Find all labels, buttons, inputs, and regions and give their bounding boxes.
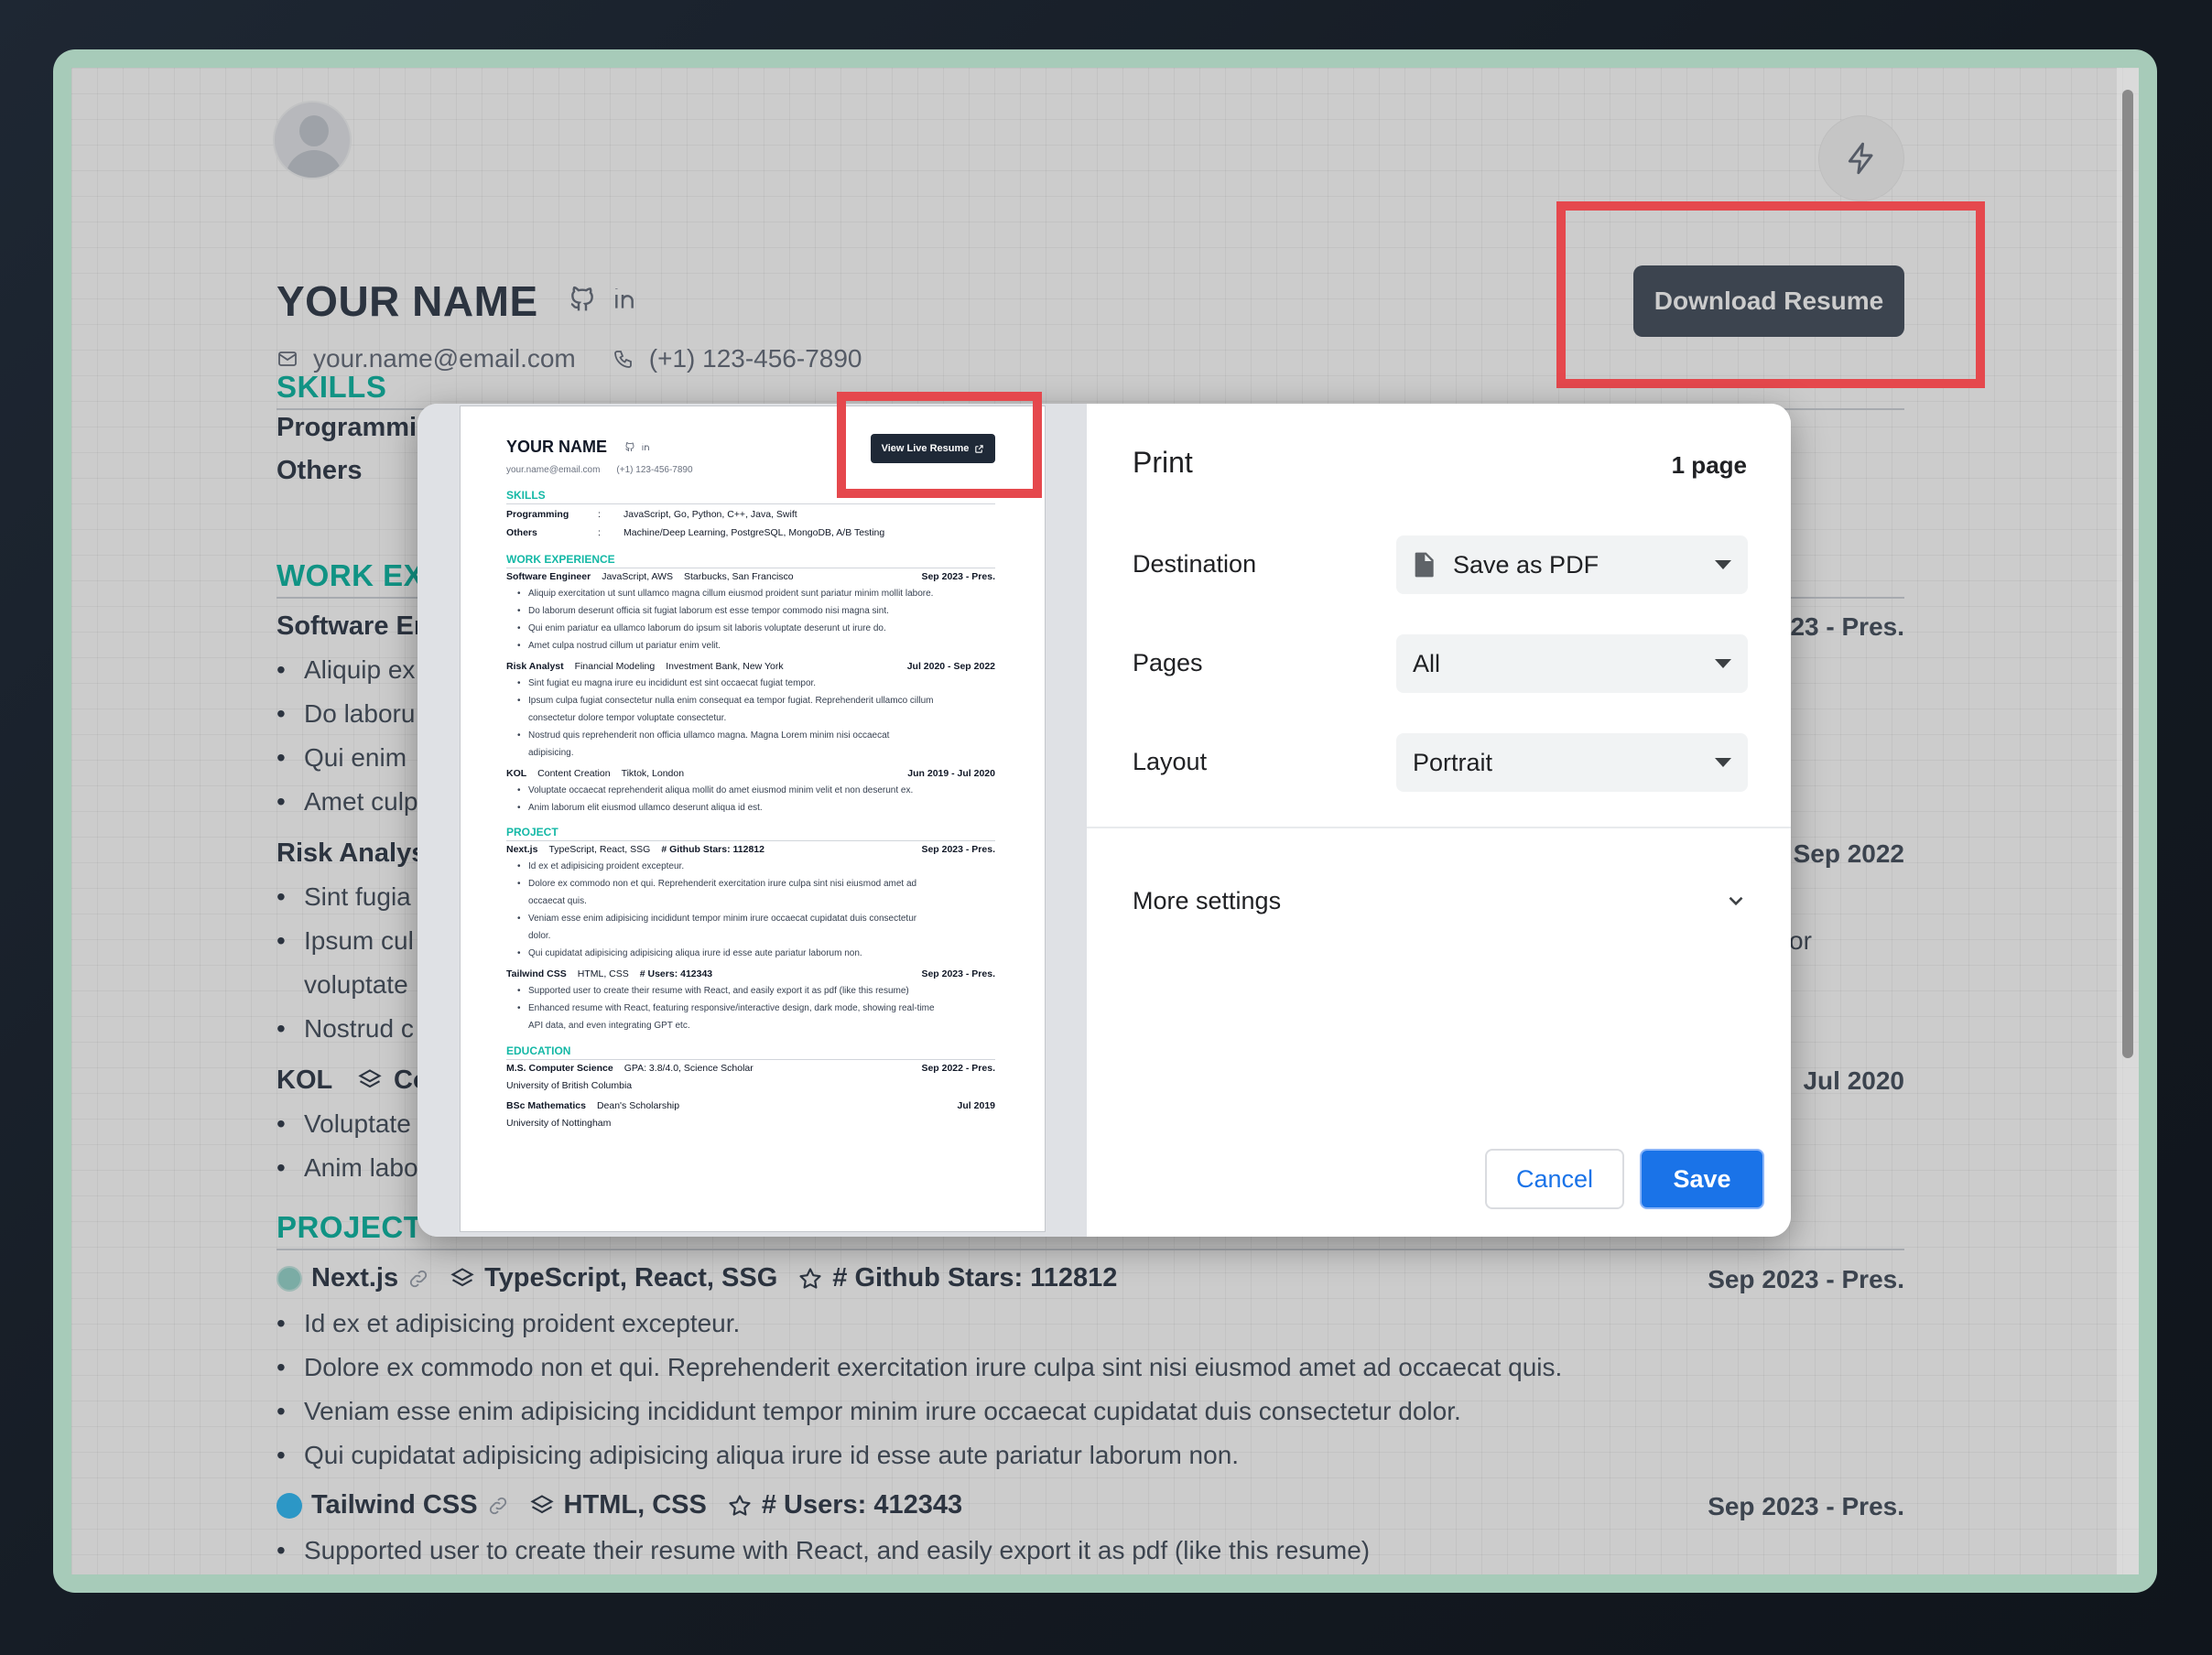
preview-email: your.name@email.com xyxy=(506,465,601,475)
chevron-down-icon xyxy=(1715,560,1731,569)
preview-school: University of Nottingham xyxy=(506,1118,612,1129)
pages-value: All xyxy=(1413,649,1441,677)
preview-education-heading: EDUCATION xyxy=(506,1044,571,1057)
destination-select[interactable]: Save as PDF xyxy=(1396,535,1748,594)
preview-work-heading: WORK EXPERIENCE xyxy=(506,553,615,566)
preview-project-row: Next.js TypeScript, React, SSG # Github St… xyxy=(506,844,995,855)
preview-job-row: Risk Analyst Financial Modeling Investment… xyxy=(506,661,995,672)
preview-divider xyxy=(506,1059,995,1060)
layout-label: Layout xyxy=(1133,748,1208,775)
pages-select[interactable]: All xyxy=(1396,634,1748,693)
preview-divider xyxy=(506,503,995,504)
preview-bullet: Amet culpa nostrud cillum ut pariatur en… xyxy=(517,641,721,651)
preview-bullet-cont: consectetur dolore tempor voluptate cons… xyxy=(528,713,727,723)
save-button[interactable]: Save xyxy=(1640,1149,1764,1209)
preview-skill-row: Others: Machine/Deep Learning, PostgreSQL… xyxy=(506,527,885,538)
highlight-view-live-resume xyxy=(837,392,1042,498)
chevron-down-icon xyxy=(1715,758,1731,767)
print-settings-panel: Print 1 page Destination Save as PDF Pag… xyxy=(1087,404,1791,1237)
layout-value: Portrait xyxy=(1413,748,1493,776)
github-icon xyxy=(625,442,634,451)
destination-label: Destination xyxy=(1133,550,1257,578)
scrollbar-thumb[interactable] xyxy=(2122,90,2133,1058)
preview-bullet: Enhanced resume with React, featuring re… xyxy=(517,1003,935,1013)
preview-bullet: Supported user to create their resume wi… xyxy=(517,986,909,996)
preview-job-row: KOL Content Creation Tiktok, London Jun 201… xyxy=(506,768,995,779)
document-icon xyxy=(1415,552,1434,578)
chevron-down-icon xyxy=(1715,659,1731,668)
cancel-button[interactable]: Cancel xyxy=(1485,1149,1624,1209)
highlight-download-resume xyxy=(1556,201,1985,388)
preview-page: YOUR NAME your.name@email.com (+1) 123-45… xyxy=(460,406,1046,1232)
settings-divider xyxy=(1087,827,1791,828)
preview-bullet: Voluptate occaecat reprehenderit aliqua … xyxy=(517,785,913,795)
skill-value: Machine/Deep Learning, PostgreSQL, Mongo… xyxy=(623,527,885,538)
preview-contact: your.name@email.com (+1) 123-456-7890 xyxy=(506,465,693,475)
preview-bullet: Aliquip exercitation ut sunt ullamco mag… xyxy=(517,589,933,599)
preview-phone: (+1) 123-456-7890 xyxy=(616,465,693,475)
linkedin-icon xyxy=(642,443,649,450)
preview-bullet: Sint fugiat eu magna irure eu incididunt… xyxy=(517,678,816,688)
preview-project-row: Tailwind CSS HTML, CSS # Users: 412343 Sep … xyxy=(506,968,995,979)
preview-education-row: M.S. Computer Science GPA: 3.8/4.0, Scien… xyxy=(506,1063,995,1074)
preview-bullet-cont: dolor. xyxy=(528,931,551,941)
preview-skills-heading: SKILLS xyxy=(506,489,546,502)
skill-label: Programming xyxy=(506,509,569,520)
pages-label: Pages xyxy=(1133,649,1203,676)
preview-name: YOUR NAME xyxy=(506,438,608,456)
page-count: 1 page xyxy=(1671,451,1747,479)
preview-bullet: Qui enim pariatur ea ullamco laborum do … xyxy=(517,623,886,633)
preview-bullet: Nostrud quis reprehenderit non officia u… xyxy=(517,730,889,741)
preview-bullet-cont: API data, and even integrating GPT etc. xyxy=(528,1021,690,1031)
skill-label: Others xyxy=(506,527,537,538)
destination-value: Save as PDF xyxy=(1453,550,1599,579)
preview-bullet-cont: occaecat quis. xyxy=(528,896,587,906)
layout-select[interactable]: Portrait xyxy=(1396,733,1748,792)
print-preview-pane: YOUR NAME your.name@email.com (+1) 123-45… xyxy=(417,404,1087,1237)
print-dialog: YOUR NAME your.name@email.com (+1) 123-45… xyxy=(417,404,1791,1237)
preview-job-row: Software Engineer JavaScript, AWS Starbuck… xyxy=(506,571,995,582)
preview-school: University of British Columbia xyxy=(506,1080,633,1091)
preview-bullet-cont: adipisicing. xyxy=(528,748,574,758)
preview-bullet: Veniam esse enim adipisicing incididunt … xyxy=(517,914,916,924)
preview-bullet: Do laborum deserunt officia sit fugiat l… xyxy=(517,606,889,616)
chevron-down-icon xyxy=(1729,896,1743,906)
print-title: Print xyxy=(1133,446,1193,479)
preview-divider xyxy=(506,840,995,841)
page-scrollbar[interactable] xyxy=(2117,68,2139,1574)
skill-value: JavaScript, Go, Python, C++, Java, Swift xyxy=(623,509,797,520)
more-settings-label: More settings xyxy=(1133,886,1282,914)
preview-bullet: Anim laborum elit eiusmod ullamco deseru… xyxy=(517,803,763,813)
preview-bullet: Ipsum culpa fugiat consectetur nulla eni… xyxy=(517,696,933,706)
preview-bullet: Dolore ex commodo non et qui. Reprehende… xyxy=(517,879,916,889)
preview-project-heading: PROJECT xyxy=(506,826,558,838)
more-settings-toggle[interactable]: More settings xyxy=(1133,878,1748,924)
preview-bullet: Qui cupidatat adipisicing adipisicing al… xyxy=(517,948,862,958)
preview-education-row: BSc Mathematics Dean's Scholarship Jul 201… xyxy=(506,1100,995,1111)
preview-skill-row: Programming: JavaScript, Go, Python, C++,… xyxy=(506,509,797,520)
preview-bullet: Id ex et adipisicing proident excepteur. xyxy=(517,861,684,871)
